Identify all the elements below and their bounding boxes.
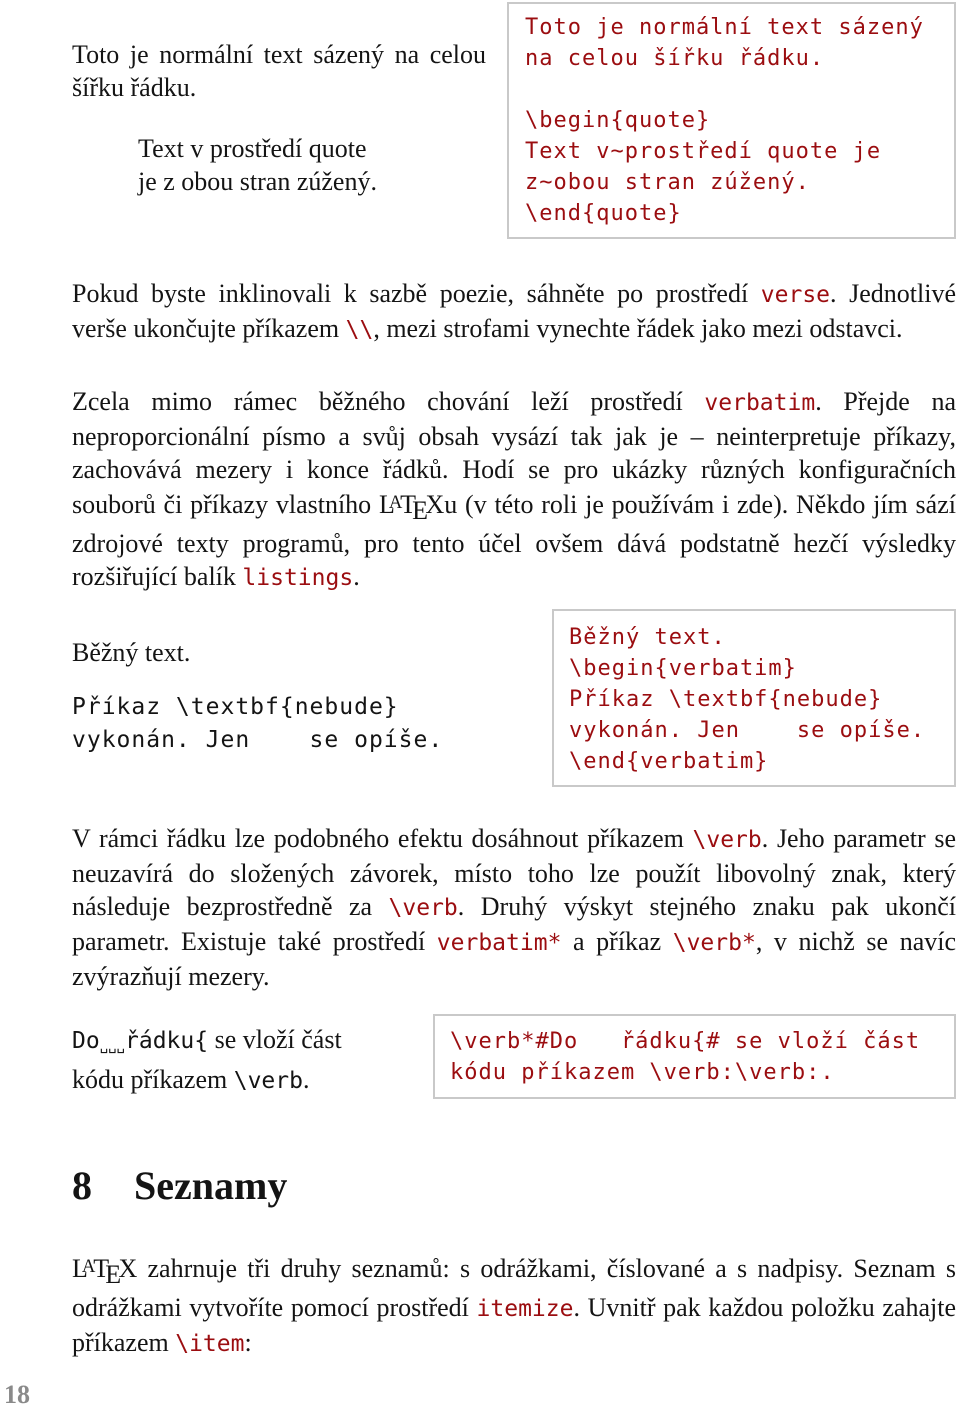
code-verb-star: \verb* [672, 930, 756, 956]
text: : [244, 1327, 252, 1357]
normal-text-output: Toto je normální text sázený na celou ší… [72, 40, 486, 102]
section-number: 8 [72, 1163, 92, 1208]
example2-output: Běžný text. Příkaz \textbf{nebude} vykon… [72, 636, 443, 757]
code-verse: verse [760, 282, 831, 308]
mono-text: \verb [233, 1068, 303, 1094]
text: . [302, 1065, 310, 1094]
text: Zcela mimo rámec běžného chování leží pr… [72, 387, 705, 416]
verbatim-output: Příkaz \textbf{nebude} vykonán. Jen se o… [72, 694, 444, 753]
paragraph-verbatim: Zcela mimo rámec běžného chování leží pr… [72, 385, 956, 595]
quote-line: je z obou stran zúžený. [138, 167, 377, 196]
example1-output: Toto je normální text sázený na celou ší… [72, 38, 486, 198]
latex-logo: LATEX [378, 489, 445, 525]
page-number: 18 [4, 1380, 30, 1409]
visible-space-icon: ␣␣␣ [99, 1038, 125, 1054]
code-newline: \\ [345, 317, 374, 343]
quote-line: Text v prostředí quote [138, 134, 367, 163]
section-heading: 8 Seznamy [72, 1162, 287, 1209]
code-verb: \verb [388, 895, 458, 921]
normal-text-output: Běžný text. [72, 638, 191, 667]
example2-source-box: Běžný text. \begin{verbatim} Příkaz \tex… [552, 609, 956, 787]
example2-source-code: Běžný text. \begin{verbatim} Příkaz \tex… [569, 625, 926, 774]
example3-source-box: \verb*#Do řádku{# se vloží část kódu pří… [433, 1014, 956, 1099]
paragraph-verb: V rámci řádku lze podobného efektu dosáh… [72, 822, 956, 993]
example3-output: Do␣␣␣řádku{ se vloží část kódu příkazem … [72, 1023, 417, 1098]
text: . [353, 561, 360, 591]
code-verbatim-star: verbatim* [436, 930, 562, 956]
quote-output: Text v prostředí quote je z obou stran z… [72, 132, 486, 198]
example1-source-code: Toto je normální text sázený na celou ší… [525, 15, 924, 226]
code-verb: \verb [692, 827, 762, 853]
example1-source-box: Toto je normální text sázený na celou ší… [507, 2, 956, 239]
text: Pokud byste inklinovali k sazbě poezie, … [72, 279, 761, 308]
code-listings: listings [242, 564, 354, 591]
section-title: Seznamy [134, 1163, 288, 1208]
paragraph-verse: Pokud byste inklinovali k sazbě poezie, … [72, 277, 956, 347]
text: a příkaz [561, 927, 673, 956]
code-itemize: itemize [476, 1295, 574, 1322]
code-verbatim: verbatim [704, 390, 816, 416]
latex-logo: LATEX [72, 1253, 138, 1289]
text: , mezi strofami vynechte řádek jako mezi… [373, 314, 903, 343]
code-item: \item [175, 1330, 245, 1357]
text: V rámci řádku lze podobného efektu dosáh… [72, 824, 693, 853]
mono-text: Do [72, 1028, 100, 1054]
example3-source-code: \verb*#Do řádku{# se vloží část kódu pří… [450, 1029, 921, 1085]
text: kódu příkazem [72, 1065, 234, 1094]
paragraph-lists: LATEX zahrnuje tři druhy seznamů: s odrá… [72, 1250, 956, 1361]
mono-text: řádku{ [125, 1028, 209, 1054]
text: se vloží část [208, 1025, 342, 1054]
